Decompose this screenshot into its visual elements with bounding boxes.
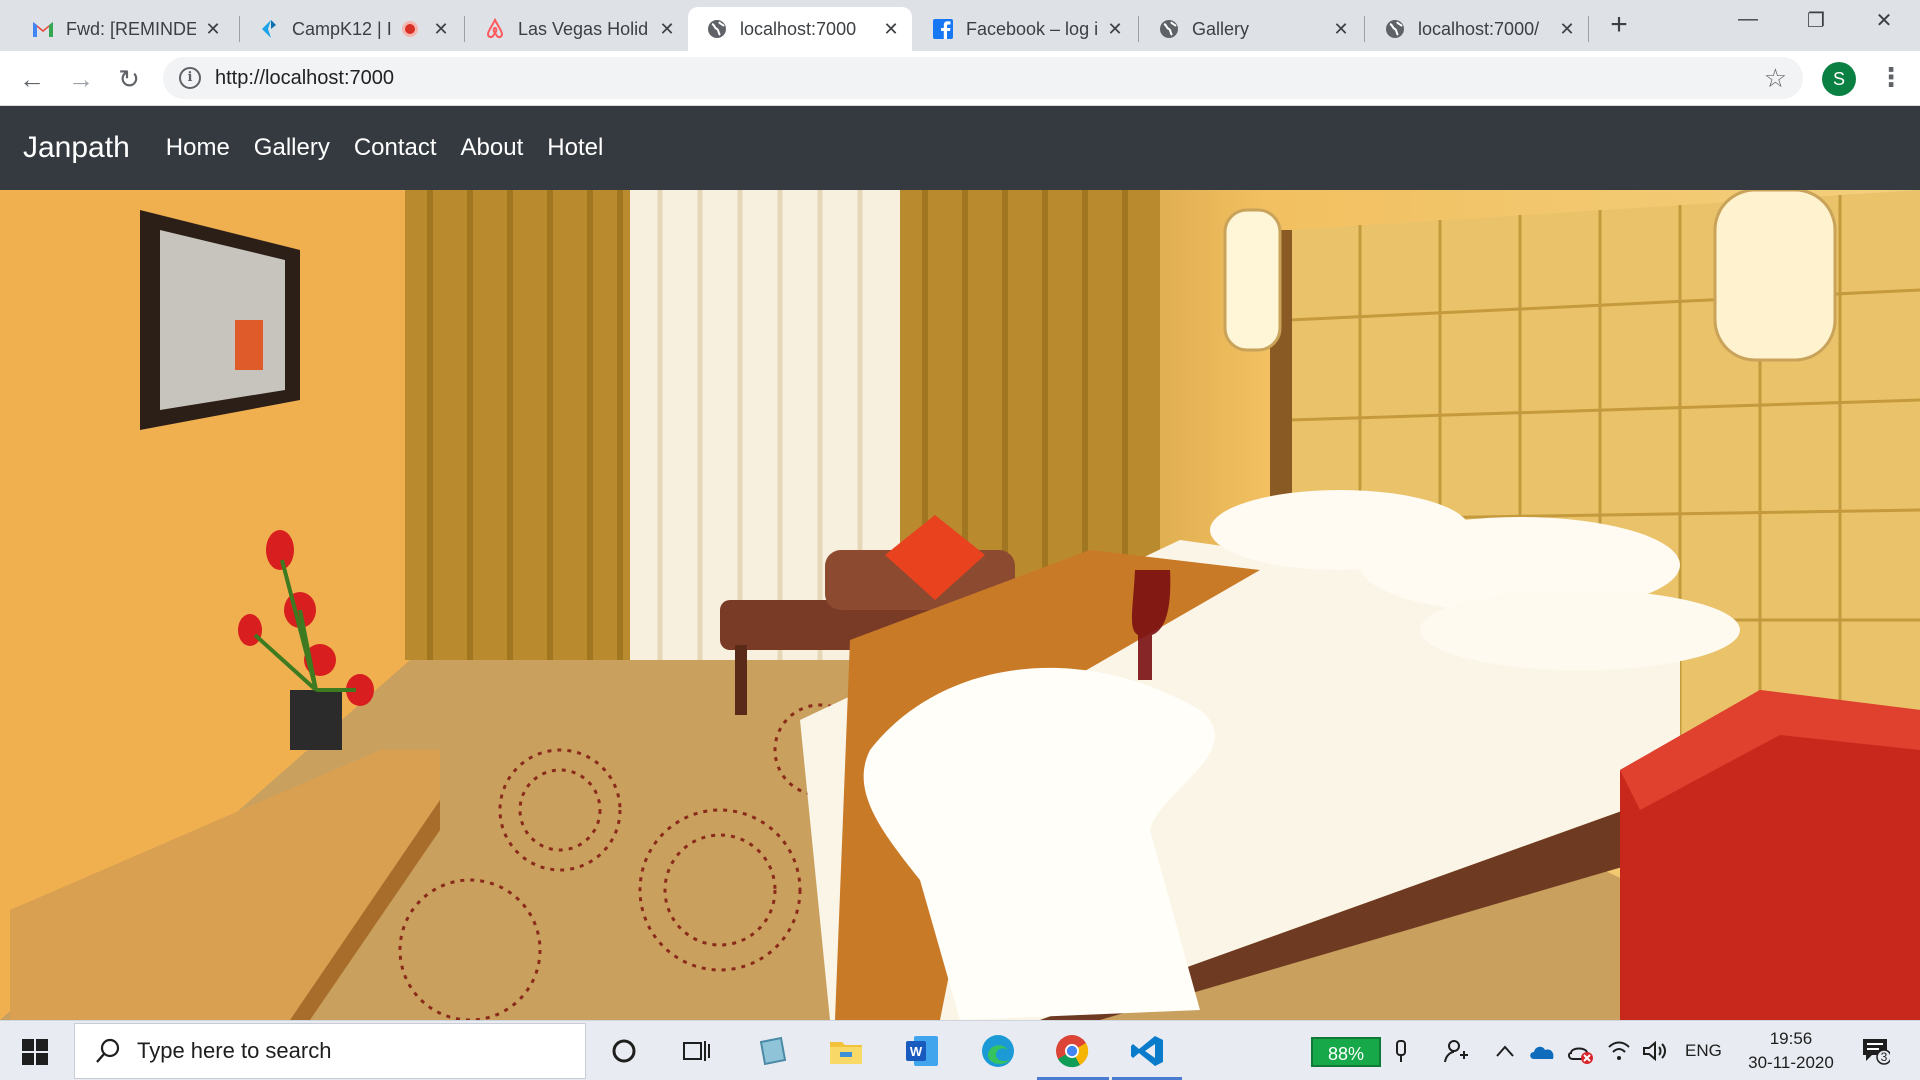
file-explorer-icon[interactable]	[826, 1031, 866, 1071]
nav-link-gallery[interactable]: Gallery	[254, 134, 330, 162]
chevron-up-icon[interactable]	[1490, 1031, 1520, 1071]
windows-start-icon[interactable]	[22, 1039, 48, 1065]
nav-link-home[interactable]: Home	[166, 134, 230, 162]
info-icon[interactable]: i	[179, 67, 201, 89]
tab-title: localhost:7000/	[1418, 18, 1540, 39]
volume-icon[interactable]	[1638, 1031, 1672, 1071]
tab-campk12[interactable]: CampK12 | I ✕	[240, 7, 462, 51]
tab-title: Fwd: [REMINDER	[66, 18, 196, 39]
people-icon[interactable]	[1436, 1031, 1476, 1071]
close-icon[interactable]: ✕	[1558, 20, 1576, 38]
hero-hotel-room-image	[0, 190, 1920, 1020]
restore-icon[interactable]: ❐	[1786, 8, 1846, 38]
chrome-browser-icon[interactable]	[1052, 1031, 1092, 1071]
tab-title: Facebook – log i	[966, 18, 1098, 39]
input-language-indicator[interactable]: ENG	[1685, 1041, 1722, 1061]
airbnb-icon	[484, 18, 506, 40]
tab-localhost-path[interactable]: localhost:7000/ ✕	[1366, 7, 1588, 51]
onedrive-cloud-icon[interactable]	[1524, 1031, 1560, 1071]
reload-icon[interactable]: ↻	[113, 63, 145, 95]
nav-link-hotel[interactable]: Hotel	[547, 134, 603, 162]
url-text[interactable]: http://localhost:7000	[215, 67, 394, 90]
profile-avatar[interactable]: S	[1822, 62, 1856, 96]
window-close-icon[interactable]: ✕	[1854, 8, 1914, 38]
close-icon[interactable]: ✕	[204, 20, 222, 38]
svg-text:W: W	[910, 1044, 923, 1059]
clock-time: 19:56	[1769, 1029, 1813, 1048]
clock-date: 30-11-2020	[1748, 1053, 1834, 1072]
tab-title: localhost:7000	[740, 18, 857, 39]
system-clock[interactable]: 19:56 30-11-2020	[1741, 1027, 1841, 1075]
browser-menu-icon[interactable]: ⋮	[1878, 63, 1904, 93]
search-placeholder: Type here to search	[137, 1038, 332, 1063]
windows-taskbar: Type here to search W 88% ENG 19:56 30-1…	[0, 1020, 1920, 1080]
battery-indicator[interactable]: 88%	[1311, 1037, 1381, 1067]
address-bar[interactable]: i http://localhost:7000 ☆	[163, 57, 1803, 99]
minimize-icon[interactable]: —	[1718, 8, 1778, 38]
notification-center-icon[interactable]: 3	[1860, 1035, 1892, 1065]
tab-separator	[464, 16, 465, 42]
taskbar-search-box[interactable]: Type here to search	[74, 1023, 586, 1079]
close-icon[interactable]: ✕	[1332, 20, 1350, 38]
notification-count-badge: 3	[1880, 1050, 1888, 1064]
close-icon[interactable]: ✕	[432, 20, 450, 38]
browser-tab-strip: Fwd: [REMINDER ✕ CampK12 | I ✕ Las Vegas…	[0, 0, 1920, 51]
touch-pen-icon[interactable]	[1386, 1031, 1416, 1071]
tab-localhost-active[interactable]: localhost:7000 ✕	[688, 7, 912, 51]
campk12-icon	[258, 18, 280, 40]
bookmark-star-icon[interactable]: ☆	[1764, 63, 1787, 94]
close-icon[interactable]: ✕	[882, 20, 900, 38]
word-app-icon[interactable]: W	[902, 1031, 942, 1071]
network-error-icon[interactable]	[1562, 1031, 1598, 1071]
tab-gmail[interactable]: Fwd: [REMINDER ✕	[14, 7, 234, 51]
nav-link-contact[interactable]: Contact	[354, 134, 437, 162]
tab-separator	[1138, 16, 1139, 42]
notepad-app-icon[interactable]	[752, 1031, 792, 1071]
tab-title: Las Vegas Holid	[518, 18, 649, 39]
close-icon[interactable]: ✕	[658, 20, 676, 38]
globe-icon	[706, 18, 728, 40]
cortana-icon[interactable]	[604, 1031, 644, 1071]
task-view-icon[interactable]	[676, 1031, 716, 1071]
nav-link-about[interactable]: About	[461, 134, 524, 162]
forward-arrow-icon[interactable]: →	[65, 63, 97, 95]
wifi-icon[interactable]	[1602, 1031, 1636, 1071]
hotel-room-illustration	[0, 190, 1920, 1020]
globe-icon	[1158, 18, 1180, 40]
tab-title: Gallery	[1192, 18, 1250, 39]
tab-airbnb[interactable]: Las Vegas Holid ✕	[466, 7, 688, 51]
close-icon[interactable]: ✕	[1106, 20, 1124, 38]
facebook-icon	[932, 18, 954, 40]
tab-separator	[1588, 16, 1589, 42]
edge-browser-icon[interactable]	[978, 1031, 1018, 1071]
site-navbar: Janpath Home Gallery Contact About Hotel	[0, 106, 1920, 190]
back-arrow-icon[interactable]: ←	[16, 63, 48, 95]
recording-icon	[402, 21, 418, 37]
site-brand[interactable]: Janpath	[23, 131, 130, 165]
tab-title: CampK12 | I	[292, 18, 392, 39]
vscode-app-icon[interactable]	[1127, 1031, 1167, 1071]
tab-separator	[1364, 16, 1365, 42]
globe-icon	[1384, 18, 1406, 40]
gmail-icon	[32, 18, 54, 40]
new-tab-button[interactable]: +	[1603, 10, 1635, 42]
search-icon	[96, 1038, 120, 1063]
tab-gallery[interactable]: Gallery ✕	[1140, 7, 1362, 51]
browser-toolbar: ← → ↻ i http://localhost:7000 ☆ S ⋮	[0, 51, 1920, 106]
tab-facebook[interactable]: Facebook – log i ✕	[914, 7, 1136, 51]
